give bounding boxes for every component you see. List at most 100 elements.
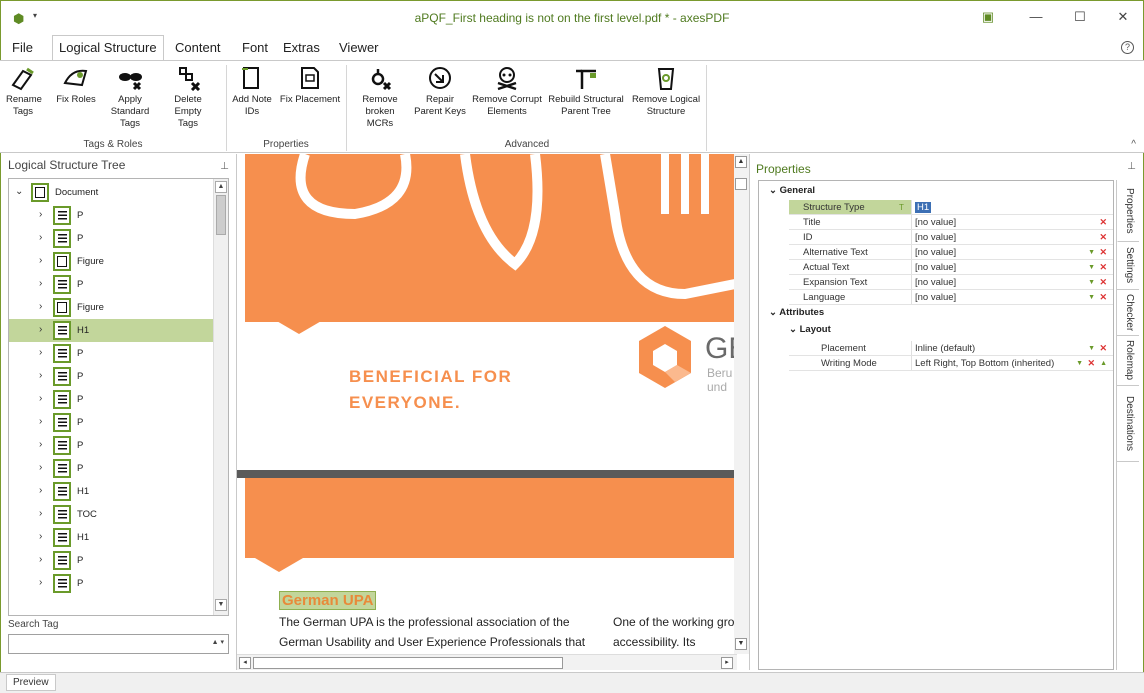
add-note-ids-button[interactable]: Add Note IDs (230, 65, 274, 118)
prop-value[interactable]: [no value] (911, 260, 1111, 275)
tree-node[interactable]: › H1 (9, 319, 213, 342)
pin-icon[interactable]: ⊥ (220, 161, 229, 172)
prop-value[interactable]: [no value] (911, 215, 1111, 230)
tree-node[interactable]: › P (9, 572, 213, 595)
tab-viewer[interactable]: Viewer (339, 40, 379, 55)
tree-node[interactable]: › P (9, 434, 213, 457)
section-attributes[interactable]: ⌄ Attributes (769, 307, 824, 318)
collapse-chevron-icon[interactable]: › (39, 301, 42, 312)
collapse-ribbon-icon[interactable]: ^ (1131, 139, 1136, 150)
up-icon[interactable]: ▲ (1100, 356, 1107, 371)
dropdown-icon[interactable]: ▼ (1088, 245, 1095, 260)
tree-node[interactable]: › P (9, 549, 213, 572)
fix-placement-button[interactable]: Fix Placement (278, 65, 342, 106)
expand-chevron-icon[interactable]: ⌄ (15, 186, 23, 197)
clear-icon[interactable]: ✕ (1099, 290, 1107, 305)
collapse-chevron-icon[interactable]: › (39, 577, 42, 588)
prop-row-id[interactable]: ID [no value] ✕ (759, 230, 1113, 245)
delete-empty-tags-button[interactable]: Delete Empty Tags (166, 65, 210, 130)
collapse-chevron-icon[interactable]: › (39, 370, 42, 381)
clear-icon[interactable]: ✕ (1099, 230, 1107, 245)
dropdown-icon[interactable]: ▼ (1088, 290, 1095, 305)
dropdown-icon[interactable]: ▼ (1088, 341, 1095, 356)
prop-value-input[interactable]: H1 (911, 200, 1111, 215)
clear-icon[interactable]: ✕ (1099, 260, 1107, 275)
dropdown-icon[interactable]: ▼ (1088, 275, 1095, 290)
prop-row-title[interactable]: Title [no value] ✕ (759, 215, 1113, 230)
collapse-chevron-icon[interactable]: › (39, 324, 42, 335)
document-viewer[interactable]: BENEFICIAL FOR EVERYONE. GE Beru und Ger… (236, 154, 750, 670)
pin-icon[interactable]: ⊥ (1127, 161, 1136, 172)
dropdown-icon[interactable]: ▼ (1088, 260, 1095, 275)
remove-broken-mcrs-button[interactable]: Remove broken MCRs (352, 65, 408, 130)
side-tab-rolemap[interactable]: Rolemap (1117, 336, 1139, 386)
close-button[interactable]: ✕ (1114, 8, 1132, 26)
collapse-chevron-icon[interactable]: › (39, 278, 42, 289)
scroll-down-icon[interactable]: ▼ (215, 599, 227, 611)
clear-icon[interactable]: ✕ (1099, 341, 1107, 356)
tree-node[interactable]: › P (9, 388, 213, 411)
tree-node[interactable]: › P (9, 342, 213, 365)
horizontal-scroll-thumb[interactable] (253, 657, 563, 669)
collapse-chevron-icon[interactable]: ⌄ (769, 185, 777, 196)
clear-icon[interactable]: ✕ (1099, 275, 1107, 290)
section-layout[interactable]: ⌄ Layout (789, 324, 831, 335)
prop-row-expansion-text[interactable]: Expansion Text [no value] ▼ ✕ (759, 275, 1113, 290)
clear-icon[interactable]: ✕ (1099, 245, 1107, 260)
structure-tree[interactable]: › P › P › H1 › TOC › H1 › P › P › P › P › P › P › H1 › Figure › P › F… (8, 178, 229, 616)
prop-row-language[interactable]: Language [no value] ▼ ✕ (759, 290, 1113, 305)
collapse-chevron-icon[interactable]: › (39, 531, 42, 542)
tab-extras[interactable]: Extras (283, 40, 320, 55)
rename-tags-button[interactable]: Rename Tags (6, 65, 42, 118)
section-general[interactable]: ⌄ General (769, 185, 815, 196)
collapse-chevron-icon[interactable]: › (39, 232, 42, 243)
tab-file[interactable]: File (12, 40, 33, 55)
tree-node[interactable]: ⌄ Document (9, 181, 213, 204)
help-icon[interactable]: ? (1121, 41, 1134, 54)
property-grid[interactable]: ⌄ General Structure Type T H1 Title [no … (758, 180, 1114, 670)
tree-node[interactable]: › P (9, 365, 213, 388)
scroll-thumb[interactable] (216, 195, 226, 235)
side-tab-checker[interactable]: Checker (1117, 290, 1139, 336)
tree-node[interactable]: › P (9, 411, 213, 434)
viewer-horizontal-scrollbar[interactable]: ◂ ▸ (237, 654, 737, 670)
scroll-thumb[interactable] (735, 178, 747, 190)
prop-row-structure-type[interactable]: Structure Type T H1 (759, 200, 1113, 215)
prop-row-actual-text[interactable]: Actual Text [no value] ▼ ✕ (759, 260, 1113, 275)
tree-scrollbar[interactable]: ▲ ▼ (213, 179, 228, 615)
tree-node[interactable]: › H1 (9, 480, 213, 503)
tree-node[interactable]: › H1 (9, 526, 213, 549)
remove-logical-structure-button[interactable]: Remove Logical Structure (630, 65, 702, 118)
collapse-chevron-icon[interactable]: › (39, 554, 42, 565)
collapse-chevron-icon[interactable]: › (39, 416, 42, 427)
fix-roles-button[interactable]: Fix Roles (54, 65, 98, 106)
scroll-up-icon[interactable]: ▲ (735, 156, 747, 168)
scroll-down-icon[interactable]: ▼ (735, 638, 747, 650)
prop-value[interactable]: Inline (default) (911, 341, 1111, 356)
scroll-up-icon[interactable]: ▲ (215, 181, 227, 193)
tree-node[interactable]: › P (9, 204, 213, 227)
clear-icon[interactable]: ✕ (1099, 215, 1107, 230)
prop-value[interactable]: [no value] (911, 290, 1111, 305)
collapse-chevron-icon[interactable]: ⌄ (769, 307, 777, 318)
collapse-chevron-icon[interactable]: › (39, 393, 42, 404)
collapse-chevron-icon[interactable]: › (39, 439, 42, 450)
maximize-button[interactable]: ☐ (1071, 8, 1089, 26)
tab-content[interactable]: Content (175, 40, 221, 55)
collapse-chevron-icon[interactable]: › (39, 508, 42, 519)
tree-node[interactable]: › P (9, 273, 213, 296)
side-tab-properties[interactable]: Properties (1117, 180, 1139, 242)
side-tab-destinations[interactable]: Destinations (1117, 386, 1139, 462)
apply-standard-tags-button[interactable]: Apply Standard Tags (100, 65, 160, 130)
scroll-left-icon[interactable]: ◂ (239, 657, 251, 669)
minimize-button[interactable]: — (1027, 8, 1045, 26)
restore-panel-icon[interactable]: ▣ (979, 8, 997, 26)
tree-node[interactable]: › Figure (9, 250, 213, 273)
scroll-right-icon[interactable]: ▸ (721, 657, 733, 669)
prop-row-alternative-text[interactable]: Alternative Text [no value] ▼ ✕ (759, 245, 1113, 260)
collapse-chevron-icon[interactable]: › (39, 255, 42, 266)
collapse-chevron-icon[interactable]: › (39, 485, 42, 496)
filter-icon[interactable]: T (899, 200, 904, 215)
prop-row-writing-mode[interactable]: Writing Mode Left Right, Top Bottom (inh… (759, 356, 1113, 371)
collapse-chevron-icon[interactable]: ⌄ (789, 324, 797, 335)
